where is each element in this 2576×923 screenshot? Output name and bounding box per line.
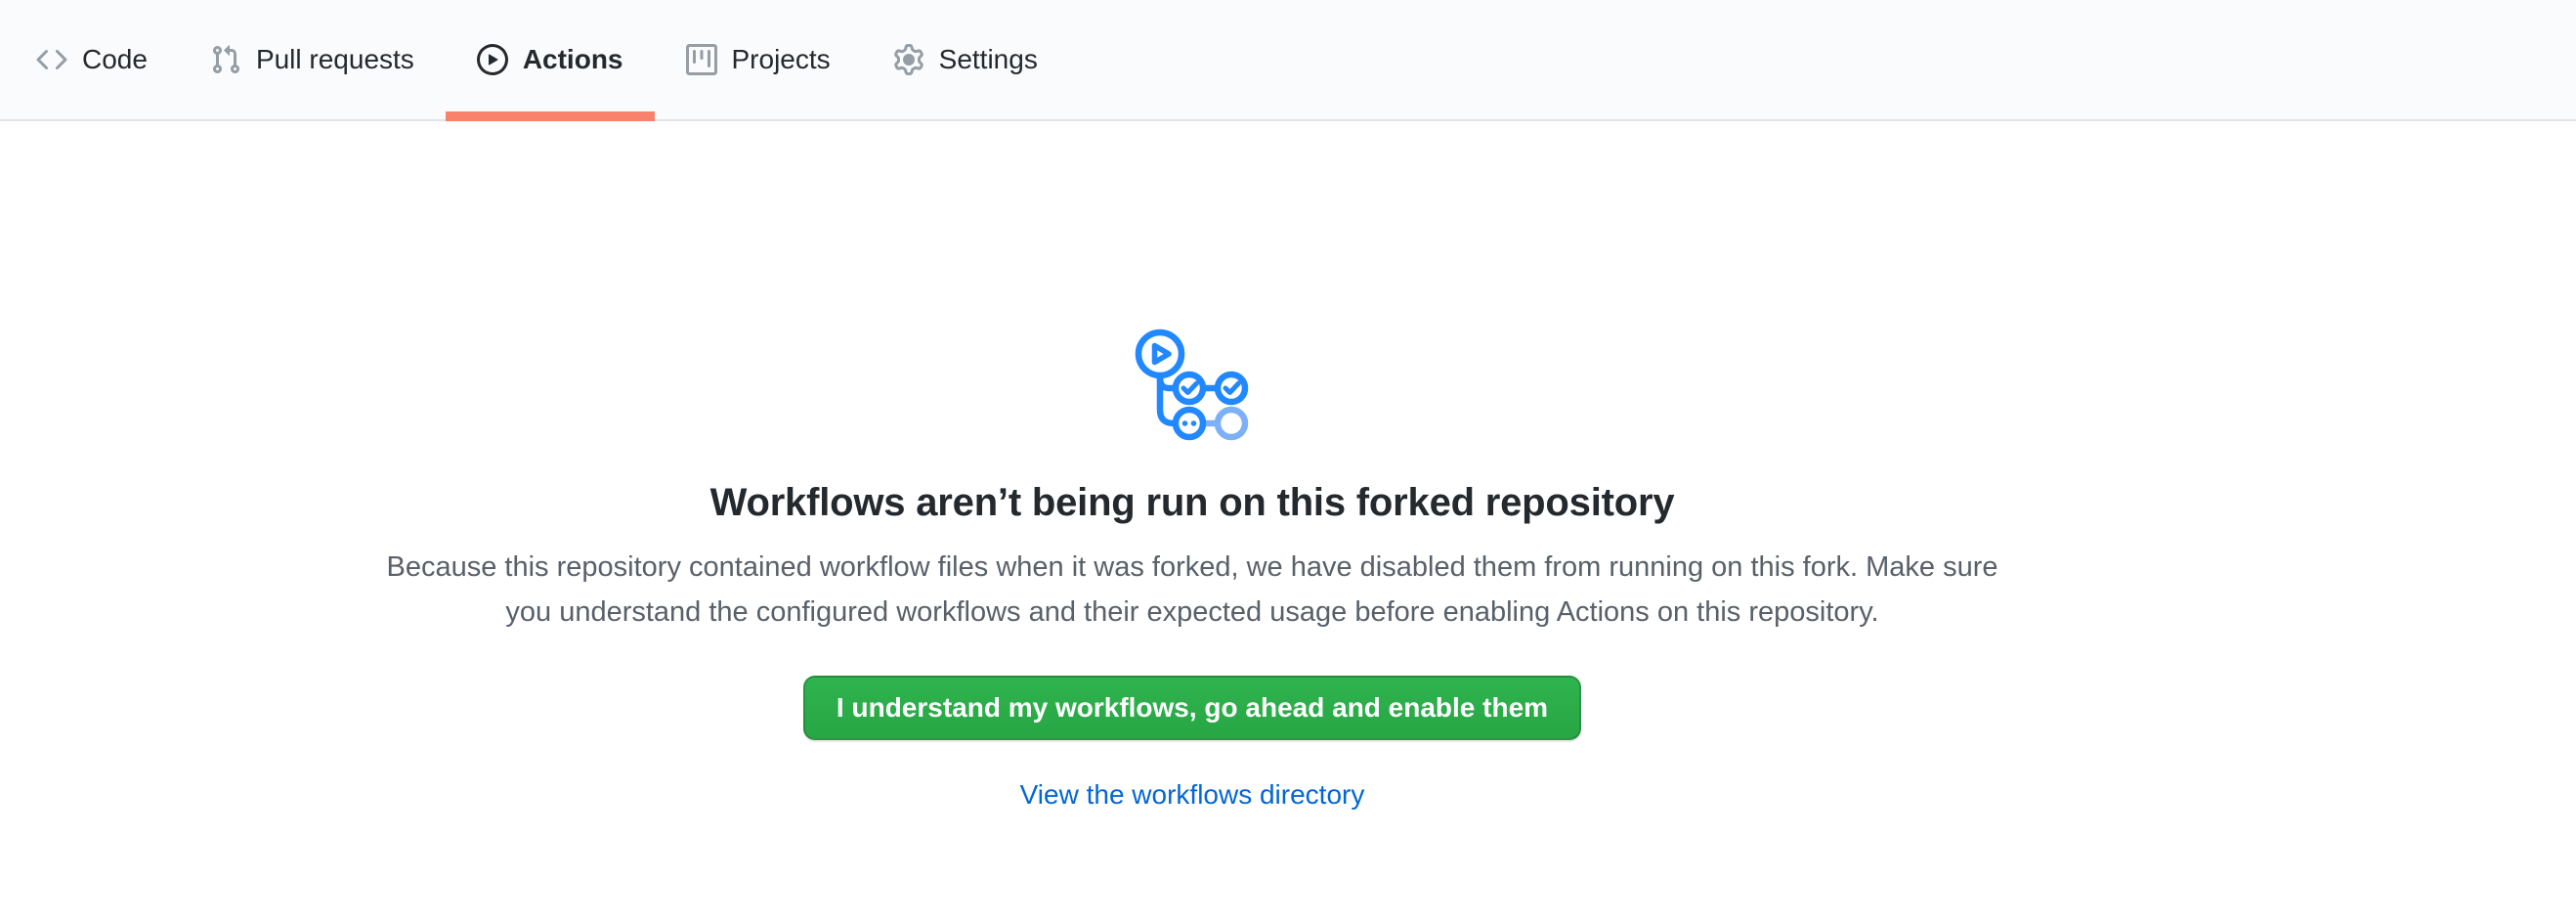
view-workflows-directory-link[interactable]: View the workflows directory — [1020, 779, 1365, 811]
tab-actions[interactable]: Actions — [446, 0, 655, 119]
tab-settings[interactable]: Settings — [862, 0, 1069, 119]
blankslate-heading: Workflows aren’t being run on this forke… — [710, 481, 1675, 525]
workflow-graph-icon — [1134, 329, 1251, 446]
project-icon — [686, 44, 717, 75]
tab-settings-label: Settings — [939, 46, 1038, 73]
actions-blankslate: Workflows aren’t being run on this forke… — [0, 121, 2384, 811]
blankslate-description: Because this repository contained workfl… — [362, 545, 2023, 635]
tab-code[interactable]: Code — [5, 0, 179, 119]
tab-projects[interactable]: Projects — [655, 0, 862, 119]
tab-actions-label: Actions — [523, 46, 623, 73]
play-circle-icon — [477, 44, 508, 75]
enable-workflows-button[interactable]: I understand my workflows, go ahead and … — [803, 676, 1581, 740]
tab-pull-requests-label: Pull requests — [256, 46, 414, 73]
tab-projects-label: Projects — [732, 46, 831, 73]
gear-icon — [893, 44, 924, 75]
tab-pull-requests[interactable]: Pull requests — [179, 0, 446, 119]
tab-code-label: Code — [82, 46, 148, 73]
code-icon — [36, 44, 67, 75]
pull-request-icon — [210, 44, 241, 75]
repo-tabbar: Code Pull requests Actions Projects Sett… — [0, 0, 2576, 121]
